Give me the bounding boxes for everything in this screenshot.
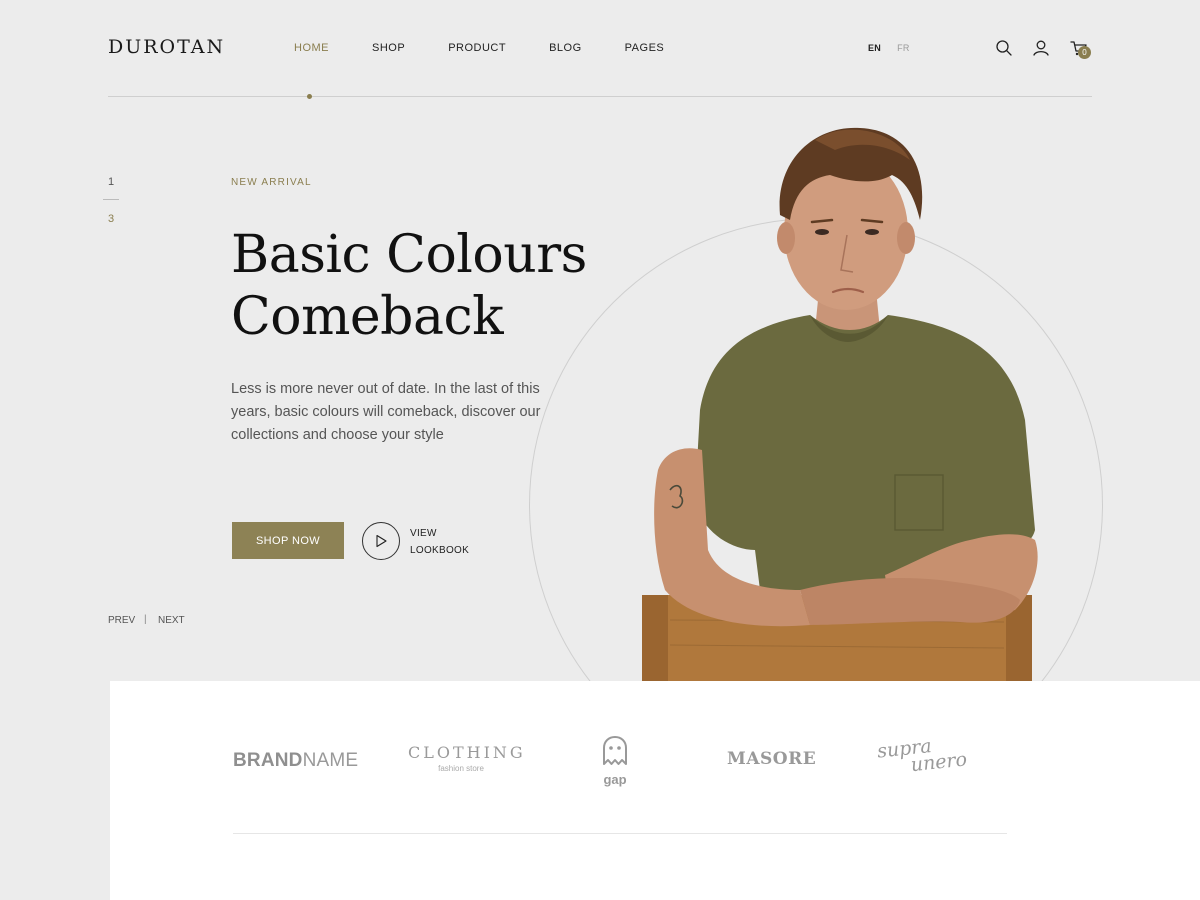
nav-item-product[interactable]: PRODUCT	[448, 42, 506, 54]
language-switcher: EN FR	[868, 43, 910, 53]
brand1-bold-text: BRAND	[233, 750, 303, 771]
brand-logos-section: BRANDNAME CLOTHING fashion store gap MAS…	[110, 681, 1200, 900]
search-icon[interactable]	[994, 38, 1014, 58]
brand-logo-brandname[interactable]: BRANDNAME	[233, 750, 358, 772]
nav-item-home[interactable]: HOME	[294, 42, 329, 54]
prev-next-separator: |	[144, 614, 147, 625]
brand-logo-gap[interactable]: gap	[600, 736, 630, 787]
brand2-subtitle: fashion store	[438, 764, 484, 773]
header-divider	[108, 96, 1092, 97]
nav-item-shop[interactable]: SHOP	[372, 42, 405, 54]
brand2-name: CLOTHING	[408, 743, 526, 762]
lang-fr[interactable]: FR	[897, 43, 910, 53]
brand-logo-clothing[interactable]: CLOTHING fashion store	[408, 743, 526, 773]
nav-item-pages[interactable]: PAGES	[625, 42, 665, 54]
user-icon[interactable]	[1031, 38, 1051, 58]
lang-en[interactable]: EN	[868, 43, 881, 53]
hero-model-image	[642, 127, 1038, 681]
lookbook-label-line2: LOOKBOOK	[410, 545, 470, 556]
brand1-light-text: NAME	[302, 750, 359, 771]
brand-logo-masore[interactable]: MASORE	[727, 749, 816, 769]
hero-description: Less is more never out of date. In the l…	[231, 381, 541, 443]
nav-item-blog[interactable]: BLOG	[549, 42, 582, 54]
brand3-name: gap	[603, 772, 627, 787]
slide-current-number: 1	[108, 176, 115, 188]
hero-headline: Basic Colours Comeback	[231, 224, 587, 348]
brands-divider	[233, 833, 1007, 834]
slide-counter-divider	[103, 199, 119, 200]
next-slide-button[interactable]: NEXT	[158, 615, 185, 626]
brand-logo-supra-unero[interactable]: supra unero	[876, 734, 968, 777]
ghost-icon	[603, 736, 627, 765]
cart-count-badge: 0	[1078, 46, 1091, 59]
site-logo[interactable]: DUROTAN	[108, 36, 225, 58]
hero-headline-line2: Comeback	[231, 287, 504, 347]
shop-now-button[interactable]: SHOP NOW	[232, 522, 344, 559]
prev-slide-button[interactable]: PREV	[108, 615, 135, 626]
main-nav: HOME SHOP PRODUCT BLOG PAGES	[294, 42, 707, 54]
active-nav-indicator	[307, 94, 312, 99]
view-lookbook-link[interactable]: VIEW LOOKBOOK	[410, 525, 469, 559]
hero-eyebrow: NEW ARRIVAL	[231, 177, 312, 188]
play-icon	[376, 534, 387, 548]
slide-total-number: 3	[108, 213, 115, 225]
hero-headline-line1: Basic Colours	[231, 225, 587, 285]
lookbook-label-line1: VIEW	[410, 528, 437, 539]
play-lookbook-button[interactable]	[362, 522, 400, 560]
